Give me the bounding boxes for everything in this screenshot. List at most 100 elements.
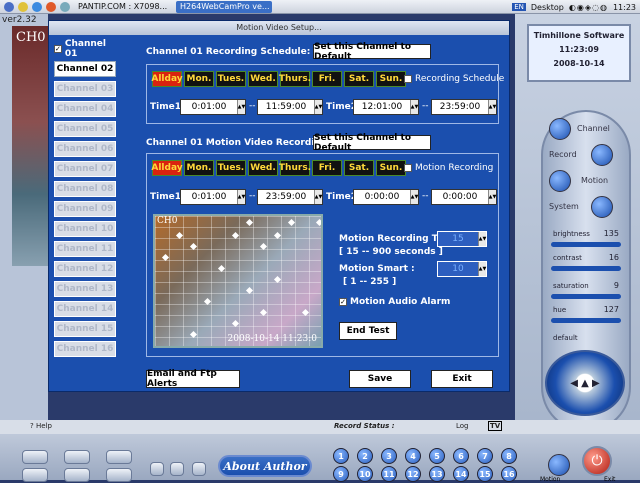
motion-bottom-button[interactable] [548, 454, 570, 476]
motion-day-sun[interactable]: Sun. [376, 160, 406, 176]
folder-icon[interactable] [192, 462, 206, 476]
channel-item-08[interactable]: Channel 08 [54, 181, 116, 197]
saturation-slider[interactable] [551, 294, 621, 299]
layout-button-3[interactable] [106, 450, 132, 464]
motion-time2-start[interactable]: 0:00:00 ▲▼ [353, 189, 419, 205]
schedule-time1-end[interactable]: 11:59:00 ▲▼ [257, 99, 323, 115]
motion-day-mon[interactable]: Mon. [184, 160, 214, 176]
schedule-day-allday[interactable]: Allday [151, 71, 183, 87]
channel-item-13[interactable]: Channel 13 [54, 281, 116, 297]
motion-time1-end[interactable]: 23:59:00 ▲▼ [257, 189, 323, 205]
contrast-slider[interactable] [551, 266, 621, 271]
channel-item-12[interactable]: Channel 12 [54, 261, 116, 277]
motion-day-tue[interactable]: Tues. [216, 160, 246, 176]
ptz-joystick[interactable]: ◀ ▲ ▶ [545, 350, 625, 416]
channel-number-button[interactable]: 7 [477, 448, 493, 464]
motion-day-fri[interactable]: Fri. [312, 160, 342, 176]
download-icon[interactable] [170, 462, 184, 476]
tv-button[interactable]: TV [488, 421, 503, 431]
channel-number-button[interactable]: 6 [453, 448, 469, 464]
channel-number-button[interactable]: 2 [357, 448, 373, 464]
layout-button-2[interactable] [64, 450, 90, 464]
email-ftp-alerts-button[interactable]: Email and Ftp Alerts [146, 369, 240, 389]
channel-round-button[interactable] [549, 118, 571, 140]
schedule-day-sun[interactable]: Sun. [376, 71, 406, 87]
browser-icon-2[interactable] [32, 1, 42, 12]
firefox-icon[interactable] [46, 1, 56, 12]
save-button[interactable]: Save [349, 370, 411, 388]
record-round-button[interactable] [591, 144, 613, 166]
channel-item-06[interactable]: Channel 06 [54, 141, 116, 157]
motion-day-thu[interactable]: Thurs. [279, 160, 311, 176]
smart-spinner[interactable]: 10 ▲▼ [437, 261, 487, 277]
layout-button-1[interactable] [22, 450, 48, 464]
motion-day-wed[interactable]: Wed. [248, 160, 278, 176]
language-badge[interactable]: EN [512, 3, 526, 11]
contrast-value: 16 [608, 253, 619, 262]
channel-item-15[interactable]: Channel 15 [54, 321, 116, 337]
motion-video-preview[interactable]: CH0 2008-10-14 11:23:0 [153, 214, 323, 348]
channel-number-button[interactable]: 8 [501, 448, 517, 464]
desktop-label[interactable]: Desktop [531, 3, 564, 12]
channel-item-11[interactable]: Channel 11 [54, 241, 116, 257]
schedule-day-fri[interactable]: Fri. [312, 71, 342, 87]
schedule-default-button[interactable]: Set this Channel to Default [313, 42, 431, 62]
schedule-time2-start[interactable]: 12:01:00 ▲▼ [353, 99, 419, 115]
about-author-button[interactable]: About Author [218, 455, 312, 477]
record-label: Record [549, 150, 577, 159]
motion-default-button[interactable]: Set this Channel to Default [313, 133, 431, 153]
rec-time-spinner[interactable]: 15 ▲▼ [437, 231, 487, 247]
channel-item-07[interactable]: Channel 07 [54, 161, 116, 177]
channel-number-button[interactable]: 4 [405, 448, 421, 464]
log-button[interactable]: Log [456, 422, 469, 430]
channel-number-button[interactable]: 5 [429, 448, 445, 464]
channel-item-01[interactable]: ✓ Channel 01 [54, 39, 116, 59]
upload-icon[interactable] [150, 462, 164, 476]
clock-time: 11:23:09 [559, 45, 599, 54]
channel-item-03[interactable]: Channel 03 [54, 81, 116, 97]
taskbar-tab-pantip[interactable]: PANTIP.COM : X7098... [74, 1, 172, 13]
motion-day-sat[interactable]: Sat. [344, 160, 374, 176]
schedule-day-wed[interactable]: Wed. [248, 71, 278, 87]
schedule-day-tue[interactable]: Tues. [216, 71, 246, 87]
motion-day-allday[interactable]: Allday [151, 160, 183, 176]
default-label[interactable]: default [553, 334, 578, 342]
schedule-day-sat[interactable]: Sat. [344, 71, 374, 87]
exit-button[interactable]: Exit [431, 370, 493, 388]
motion-time2-end[interactable]: 0:00:00 ▲▼ [431, 189, 497, 205]
motion-time1-start[interactable]: 0:01:00 ▲▼ [180, 189, 246, 205]
bottom-control-bar: ? Help Record Status : Log TV About Auth… [0, 420, 640, 483]
audio-alarm-checkbox[interactable]: ✓ [339, 298, 347, 306]
motion-recording-checkbox[interactable] [404, 164, 412, 172]
channel-item-16[interactable]: Channel 16 [54, 341, 116, 357]
schedule-time2-end[interactable]: 23:59:00 ▲▼ [431, 99, 497, 115]
end-test-button[interactable]: End Test [339, 322, 397, 340]
channel-item-05[interactable]: Channel 05 [54, 121, 116, 137]
motion-round-button[interactable] [549, 170, 571, 192]
channel-01-checkbox[interactable]: ✓ [54, 45, 62, 53]
help-link[interactable]: ? Help [30, 422, 52, 430]
channel-item-02[interactable]: Channel 02 [54, 61, 116, 77]
taskbar-tab-webcam[interactable]: H264WebCamPro ve... [176, 0, 272, 13]
power-exit-button[interactable]: ⏻ [582, 446, 612, 476]
channel-item-09[interactable]: Channel 09 [54, 201, 116, 217]
channel-item-14[interactable]: Channel 14 [54, 301, 116, 317]
saturation-value: 9 [613, 281, 619, 290]
channel-item-10[interactable]: Channel 10 [54, 221, 116, 237]
schedule-day-thu[interactable]: Thurs. [279, 71, 311, 87]
channel-item-04[interactable]: Channel 04 [54, 101, 116, 117]
recording-schedule-check[interactable]: Recording Schedule [404, 74, 504, 84]
audio-alarm-check[interactable]: ✓ Motion Audio Alarm [339, 297, 450, 307]
system-round-button[interactable] [591, 196, 613, 218]
browser-icon[interactable] [18, 1, 28, 12]
hue-slider[interactable] [551, 318, 621, 323]
schedule-time1-start[interactable]: 0:01:00 ▲▼ [180, 99, 246, 115]
channel-number-button[interactable]: 1 [333, 448, 349, 464]
motion-recording-check[interactable]: Motion Recording [404, 163, 493, 173]
schedule-day-mon[interactable]: Mon. [184, 71, 214, 87]
recording-schedule-checkbox[interactable] [404, 75, 412, 83]
brightness-slider[interactable] [551, 242, 621, 247]
channel-number-button[interactable]: 3 [381, 448, 397, 464]
app-icon[interactable] [60, 1, 70, 12]
apple-menu-icon[interactable] [4, 1, 14, 12]
